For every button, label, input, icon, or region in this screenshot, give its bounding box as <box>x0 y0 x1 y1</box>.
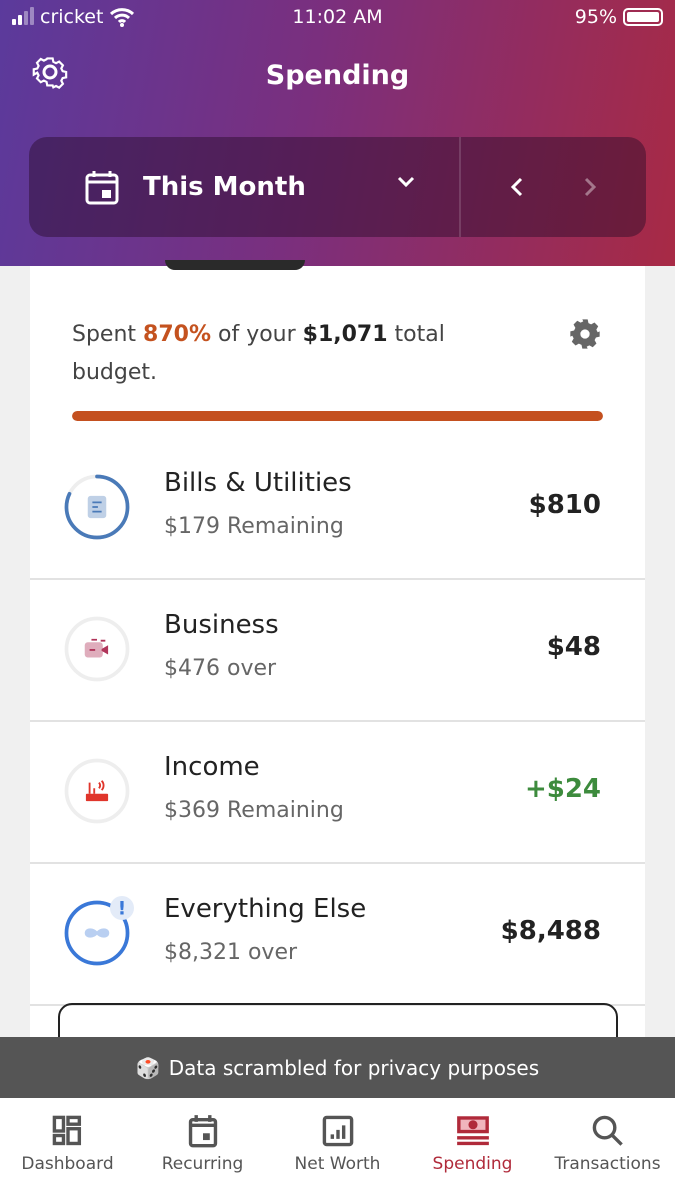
nav-spending[interactable]: Spending <box>405 1098 540 1200</box>
category-amount: $8,488 <box>500 916 601 946</box>
infinity-icon: ! <box>64 896 134 966</box>
dice-icon: 🎲 <box>135 1055 161 1080</box>
summary-middle: of your <box>211 322 303 347</box>
nav-dashboard[interactable]: Dashboard <box>0 1098 135 1200</box>
router-icon <box>64 758 130 824</box>
budget-card: Spent 870% of your $1,071 total budget. … <box>30 260 645 1073</box>
previous-period-button[interactable] <box>510 177 524 197</box>
clock: 11:02 AM <box>292 6 383 28</box>
next-period-button[interactable] <box>583 177 597 197</box>
category-amount: $48 <box>546 632 601 662</box>
nav-label: Dashboard <box>21 1154 114 1174</box>
budget-settings-icon[interactable] <box>569 318 601 350</box>
budget-summary: Spent 870% of your $1,071 total budget. <box>72 316 492 392</box>
battery-percent: 95% <box>574 6 617 28</box>
period-selector: This Month <box>29 137 646 237</box>
chart-icon <box>322 1115 353 1147</box>
header: cricket 11:02 AM 95% Spending This Month <box>0 0 675 266</box>
category-remaining: $179 Remaining <box>164 514 344 539</box>
calendar-icon <box>188 1115 217 1148</box>
search-icon <box>592 1115 623 1146</box>
nav-net-worth[interactable]: Net Worth <box>270 1098 405 1200</box>
category-remaining: $476 over <box>164 656 277 681</box>
category-name: Income <box>164 752 260 782</box>
alert-badge: ! <box>118 899 126 920</box>
nav-label: Transactions <box>554 1154 661 1174</box>
bottom-nav: Dashboard Recurring Net Worth Spending Trans… <box>0 1098 675 1200</box>
tab-handle <box>165 260 305 270</box>
category-remaining: $8,321 over <box>164 940 298 965</box>
category-row[interactable]: ! Everything Else $8,321 over $8,488 <box>30 864 645 1006</box>
period-label: This Month <box>143 172 306 202</box>
chevron-down-icon <box>397 176 415 188</box>
category-name: Bills & Utilities <box>164 468 352 498</box>
category-name: Everything Else <box>164 894 367 924</box>
category-amount: $810 <box>528 490 601 520</box>
category-amount: +$24 <box>524 774 601 804</box>
receipt-icon <box>64 474 130 540</box>
privacy-banner: 🎲 Data scrambled for privacy purposes <box>0 1037 675 1098</box>
category-row[interactable]: Business $476 over $48 <box>30 580 645 722</box>
nav-transactions[interactable]: Transactions <box>540 1098 675 1200</box>
dashboard-icon <box>52 1115 81 1146</box>
category-name: Business <box>164 610 279 640</box>
status-bar: cricket 11:02 AM 95% <box>0 6 675 32</box>
total-budget: $1,071 <box>302 322 388 347</box>
nav-label: Net Worth <box>294 1154 381 1174</box>
page-title: Spending <box>265 60 410 91</box>
calendar-icon <box>85 171 119 205</box>
period-dropdown[interactable]: This Month <box>29 137 461 237</box>
spent-percent: 870% <box>143 322 211 347</box>
category-row[interactable]: Income $369 Remaining +$24 <box>30 722 645 864</box>
video-camera-icon <box>64 616 130 682</box>
nav-label: Recurring <box>161 1154 244 1174</box>
nav-label: Spending <box>432 1154 513 1174</box>
budget-progress-bar <box>72 411 603 421</box>
money-icon <box>456 1116 489 1146</box>
battery-icon <box>623 8 663 26</box>
summary-prefix: Spent <box>72 322 144 347</box>
category-remaining: $369 Remaining <box>164 798 344 823</box>
banner-text: Data scrambled for privacy purposes <box>168 1055 540 1080</box>
category-row[interactable]: Bills & Utilities $179 Remaining $810 <box>30 438 645 580</box>
nav-recurring[interactable]: Recurring <box>135 1098 270 1200</box>
